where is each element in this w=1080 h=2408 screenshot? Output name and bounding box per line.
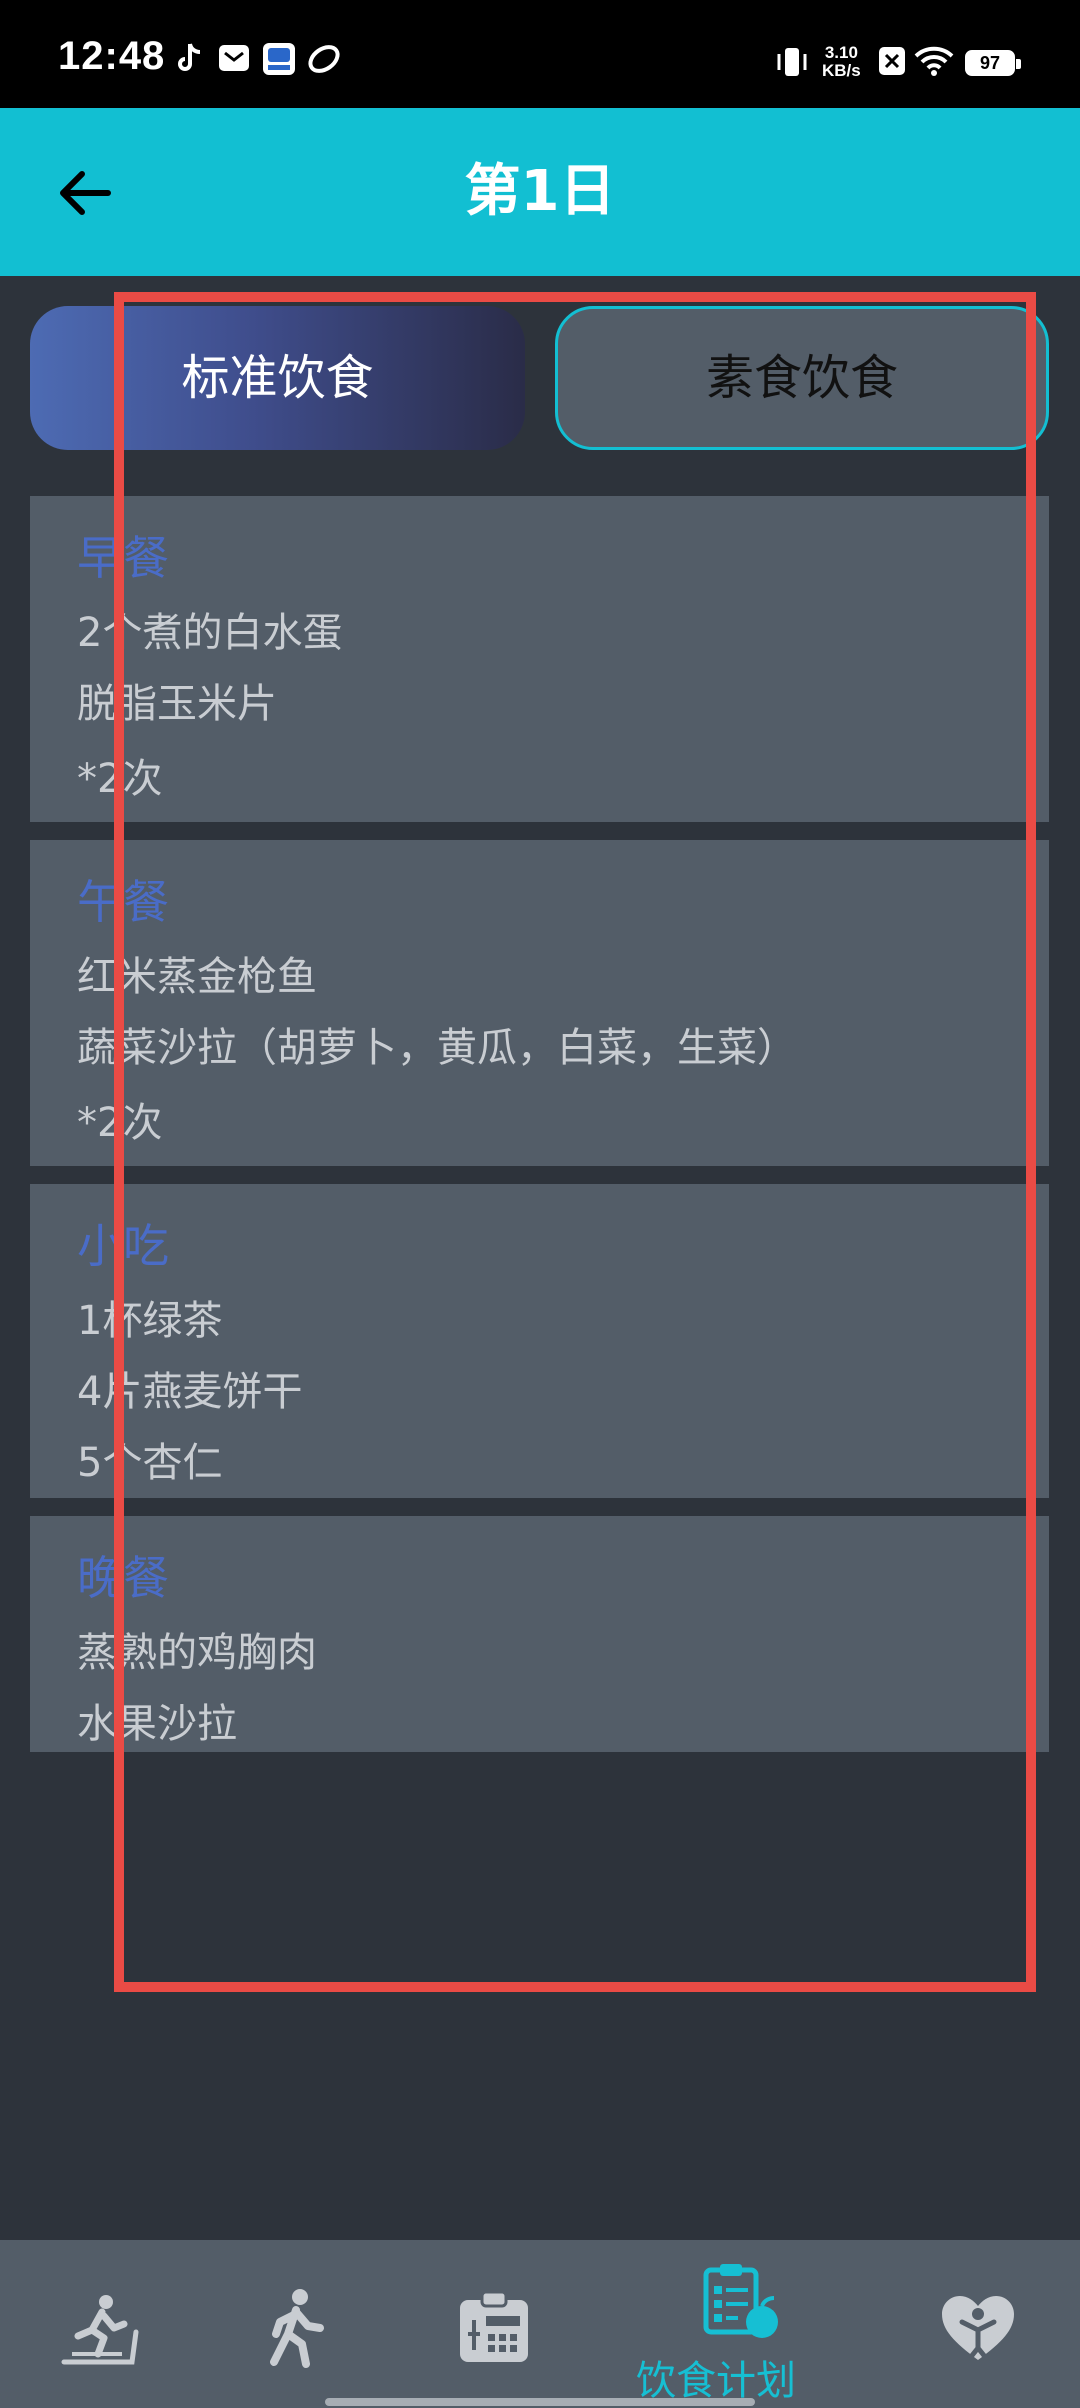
network-speed: 3.10 KB/s — [822, 43, 861, 80]
meal-item: 1杯绿茶 — [77, 1298, 223, 1344]
home-indicator[interactable] — [325, 2398, 755, 2406]
meal-item: 蔬菜沙拉（胡萝卜，黄瓜，白菜，生菜） — [77, 1025, 797, 1071]
meal-card-snack: 小吃 1杯绿茶 4片燕麦饼干 5个杏仁 — [30, 1184, 1049, 1498]
status-bar: 12:48 3.10 KB/s 97 — [0, 0, 1080, 108]
walking-icon — [270, 2289, 324, 2368]
treadmill-icon — [61, 2295, 139, 2365]
app-header: 第1日 — [0, 108, 1080, 276]
diet-plan-icon — [703, 2264, 778, 2338]
back-arrow-icon — [60, 171, 111, 215]
calculator-icon — [460, 2290, 528, 2362]
meal-item: 水果沙拉 — [77, 1701, 237, 1747]
tab-standard-diet[interactable]: 标准饮食 — [30, 306, 525, 450]
meal-card-breakfast: 早餐 2个煮的白水蛋 脱脂玉米片 *2次 — [30, 496, 1049, 822]
meal-item: 蒸熟的鸡胸肉 — [77, 1630, 317, 1676]
sync-icon — [306, 42, 342, 80]
back-button[interactable] — [50, 158, 120, 228]
app-notification-icon — [262, 42, 296, 80]
meal-item: 红米蒸金枪鱼 — [77, 954, 317, 1000]
meal-item: 4片燕麦饼干 — [77, 1369, 303, 1415]
nav-calculator[interactable] — [456, 2240, 536, 2408]
meal-item: 2个煮的白水蛋 — [77, 610, 343, 656]
meal-item: *2次 — [77, 1100, 163, 1146]
bottom-nav: 饮食计划 — [0, 2240, 1080, 2408]
meal-card-dinner: 晚餐 蒸熟的鸡胸肉 水果沙拉 — [30, 1516, 1049, 1752]
page-title: 第1日 — [464, 159, 616, 224]
message-icon — [218, 42, 250, 78]
nav-diet-plan[interactable]: 饮食计划 — [636, 2240, 820, 2408]
tab-label: 素食饮食 — [705, 350, 898, 406]
meal-item: 脱脂玉米片 — [77, 681, 277, 727]
tiktok-icon — [175, 42, 203, 80]
battery-indicator: 97 — [965, 50, 1021, 76]
nav-health[interactable] — [940, 2240, 1020, 2408]
nav-treadmill[interactable] — [58, 2240, 158, 2408]
wifi-icon — [914, 46, 954, 80]
status-time: 12:48 — [58, 34, 166, 78]
meal-title: 小吃 — [77, 1219, 169, 1273]
vibrate-icon — [774, 44, 810, 84]
tab-label: 标准饮食 — [181, 350, 374, 406]
meal-title: 晚餐 — [77, 1551, 169, 1605]
tab-vegetarian-diet[interactable]: 素食饮食 — [555, 306, 1049, 450]
close-notification-icon — [878, 46, 906, 80]
heart-person-icon — [942, 2296, 1014, 2361]
meal-title: 午餐 — [77, 875, 169, 929]
meal-title: 早餐 — [77, 531, 169, 585]
meal-item: 5个杏仁 — [77, 1440, 223, 1486]
meal-card-lunch: 午餐 红米蒸金枪鱼 蔬菜沙拉（胡萝卜，黄瓜，白菜，生菜） *2次 — [30, 840, 1049, 1166]
meal-item: *2次 — [77, 756, 163, 802]
nav-walking[interactable] — [266, 2240, 336, 2408]
